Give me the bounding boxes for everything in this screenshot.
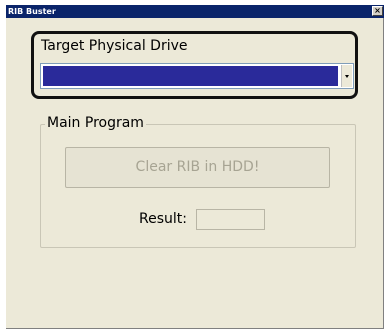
result-label: Result:	[139, 211, 187, 227]
close-button[interactable]: ×	[372, 6, 383, 16]
clear-rib-button[interactable]: Clear RIB in HDD!	[65, 147, 330, 188]
title-bar[interactable]: RIB Buster ×	[6, 5, 384, 18]
drive-select-dropdown-button[interactable]	[341, 65, 352, 87]
main-program-label: Main Program	[45, 113, 146, 133]
drive-select-value[interactable]	[43, 66, 338, 86]
close-icon: ×	[374, 6, 381, 15]
drive-group-label: Target Physical Drive	[40, 36, 189, 56]
drive-select[interactable]	[40, 63, 354, 89]
window-title: RIB Buster	[8, 7, 56, 16]
result-field	[196, 209, 265, 230]
chevron-down-icon	[345, 75, 349, 78]
